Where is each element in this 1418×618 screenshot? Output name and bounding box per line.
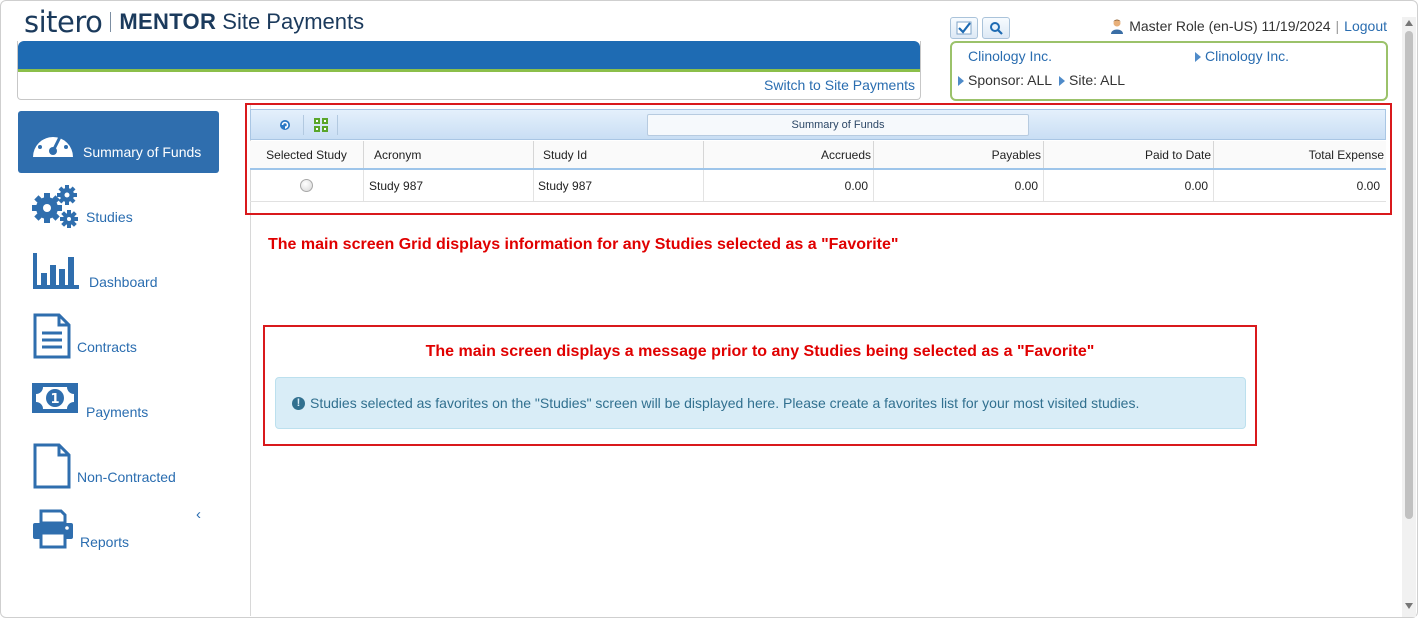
sponsor-org-link[interactable]: Clinology Inc. [968, 48, 1052, 64]
scrollbar-thumb[interactable] [1405, 31, 1413, 519]
sidebar-item-dashboard[interactable]: Dashboard [18, 241, 219, 303]
site-filter-label: Site: ALL [1069, 72, 1126, 88]
page-scrollbar[interactable] [1402, 17, 1416, 617]
sidebar-item-label: Dashboard [89, 274, 158, 290]
site-org-link[interactable]: Clinology Inc. [1195, 48, 1289, 64]
exclamation-circle-icon: ! [292, 396, 305, 410]
app-name-rest: Site Payments [222, 9, 365, 34]
gears-icon [32, 185, 78, 228]
sidebar-item-label: Summary of Funds [83, 144, 202, 160]
triangle-right-icon [1195, 52, 1201, 63]
collapse-sidebar-button[interactable]: ‹ [196, 506, 201, 523]
app-logo: sitero MENTOR Site Payments [24, 5, 364, 39]
checklist-button[interactable] [950, 17, 978, 39]
sponsor-filter[interactable]: Sponsor: ALL [958, 72, 1052, 88]
grid-annotation: The main screen Grid displays informatio… [268, 236, 899, 253]
sidebar-item-contracts[interactable]: Contracts [18, 306, 219, 368]
sidebar-item-non-contracted[interactable]: Non-Contracted [18, 436, 219, 498]
banknote-icon: 1 [32, 383, 78, 413]
sidebar-item-label: Contracts [77, 339, 137, 355]
message-annotation: The main screen displays a message prior… [425, 343, 1095, 360]
user-info: Master Role (en-US) 11/19/2024 | Logout [1110, 18, 1387, 34]
sidebar-item-label: Reports [80, 534, 130, 550]
blank-document-icon [33, 443, 71, 489]
sidebar-item-studies[interactable]: Studies [18, 176, 219, 238]
app-name-bold: MENTOR [119, 9, 217, 34]
favorites-info-text: Studies selected as favorites on the "St… [310, 395, 1140, 411]
printer-icon [33, 509, 73, 549]
grid-highlight-box [245, 103, 1392, 215]
context-selector: Clinology Inc. Clinology Inc. Sponsor: A… [950, 41, 1388, 101]
sidebar-item-label: Non-Contracted [77, 469, 176, 485]
document-icon [33, 313, 71, 359]
header-blue-band [18, 41, 920, 69]
scroll-up-arrow-icon[interactable] [1405, 20, 1413, 26]
sponsor-filter-label: Sponsor: ALL [968, 72, 1053, 88]
user-icon [1111, 19, 1124, 34]
site-filter[interactable]: Site: ALL [1059, 72, 1125, 88]
header-green-stripe [18, 69, 920, 72]
sidebar-item-label: Studies [86, 209, 133, 225]
check-icon [956, 21, 972, 35]
triangle-right-icon [958, 76, 964, 87]
sidebar-item-payments[interactable]: 1 Payments [18, 371, 219, 433]
header-bar: Switch to Site Payments [17, 41, 921, 100]
app-name: MENTOR Site Payments [119, 9, 364, 35]
gauge-icon [33, 131, 73, 157]
sidebar-item-label: Payments [86, 404, 149, 420]
sitero-logo-mark: sitero [24, 5, 103, 39]
sidebar-item-reports[interactable]: Reports [18, 501, 219, 563]
favorites-info-alert: ! Studies selected as favorites on the "… [275, 377, 1246, 429]
user-role-date: Master Role (en-US) 11/19/2024 [1129, 18, 1331, 34]
bar-chart-icon [33, 253, 79, 289]
logo-divider [110, 12, 112, 32]
logout-link[interactable]: Logout [1344, 18, 1387, 34]
scroll-down-arrow-icon[interactable] [1405, 603, 1413, 609]
site-org-label: Clinology Inc. [1205, 48, 1290, 64]
triangle-right-icon [1059, 76, 1065, 87]
search-icon [990, 22, 1003, 35]
svg-text:1: 1 [50, 392, 59, 407]
sidebar: Summary of Funds Studies Dashboard Contr… [0, 104, 251, 616]
sidebar-item-summary-of-funds[interactable]: Summary of Funds [18, 111, 219, 173]
switch-to-site-payments-link[interactable]: Switch to Site Payments [764, 77, 915, 93]
separator: | [1335, 18, 1340, 34]
search-button[interactable] [982, 17, 1010, 39]
